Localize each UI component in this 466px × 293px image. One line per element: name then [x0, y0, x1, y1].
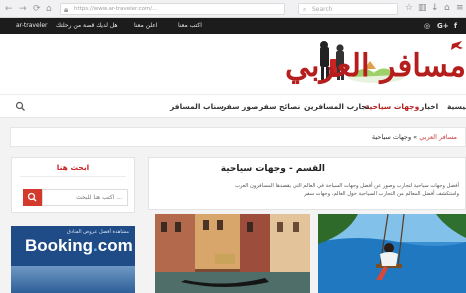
nav-item-news[interactable]: اخبار	[420, 95, 438, 118]
category-description: أفضل وجهات سياحية لتجارب وصور عن أفضل وج…	[235, 183, 459, 197]
breadcrumb-current: وجهات سياحية	[371, 133, 412, 141]
nav-item-tips[interactable]: نصائح سفر	[259, 95, 300, 118]
booking-logo: Booking.com	[25, 235, 133, 257]
address-bar[interactable]: 🔒︎ https://www.ar-traveler.com/...	[60, 3, 285, 15]
url-text: https://www.ar-traveler.com/...	[74, 6, 158, 12]
article-thumbnail-venice[interactable]	[155, 214, 310, 293]
download-icon[interactable]: ↓	[431, 2, 439, 15]
booking-ad[interactable]: مشاهدة أفضل عروض الفنادق Booking.com	[11, 226, 135, 293]
menu-icon[interactable]: ≡	[456, 2, 464, 15]
browser-toolbar: ← → ⟳ ⌂ 🔒︎ https://www.ar-traveler.com/.…	[0, 0, 466, 18]
beach-swing-image	[318, 214, 466, 293]
topbar-link[interactable]: هل لديك قصة من رحلتك	[56, 18, 118, 34]
sidebar-search-button[interactable]	[23, 189, 42, 206]
browser-search-input[interactable]: ⌕ Search	[298, 3, 398, 15]
search-icon: ⌕	[303, 6, 307, 13]
topbar-link[interactable]: اكتب معنا	[178, 18, 202, 34]
nav-item-experiences[interactable]: تجارب المسافرين	[304, 95, 370, 118]
breadcrumb-separator: »	[413, 133, 418, 141]
breadcrumb: مسافر العربي » وجهات سياحية	[10, 127, 466, 147]
logo-text: مسافر العربي	[284, 48, 466, 84]
sidebar-search-input[interactable]: اكتب هنا للبحث ...	[42, 189, 128, 206]
breadcrumb-trail: مسافر العربي » وجهات سياحية	[372, 128, 457, 146]
star-icon[interactable]: ☆	[405, 2, 413, 15]
google-plus-icon[interactable]: G+	[437, 18, 449, 34]
library-icon[interactable]: ▥	[418, 2, 427, 15]
booking-tld: com	[97, 236, 133, 255]
nav-item-snap[interactable]: سناب المسافر	[170, 95, 224, 118]
sidebar-search-title: ابحث هنا	[56, 163, 90, 172]
topbar-link[interactable]: ar-traveler	[16, 18, 48, 34]
nav-item-home[interactable]: رئيسية	[447, 95, 466, 118]
ad-image	[11, 266, 135, 293]
back-icon[interactable]: ←	[5, 3, 13, 15]
browser-search-placeholder: Search	[312, 6, 333, 13]
site-logo[interactable]: مسافر العربي	[285, 39, 466, 89]
lock-icon: 🔒︎	[64, 5, 69, 14]
topbar-link[interactable]: اعلن معنا	[134, 18, 157, 34]
booking-brand: Booking	[25, 236, 93, 255]
facebook-icon[interactable]: f	[454, 18, 457, 34]
category-header: القسم - وجهات سياحية أفضل وجهات سياحية ل…	[148, 157, 466, 210]
nav-item-destinations[interactable]: وجهات سياحية	[365, 95, 419, 118]
article-thumbnail-beach[interactable]	[318, 214, 466, 293]
divider	[20, 176, 126, 177]
breadcrumb-home[interactable]: مسافر العربي	[419, 133, 457, 141]
search-icon	[27, 192, 37, 202]
sidebar-search-widget: ابحث هنا اكتب هنا للبحث ...	[11, 157, 135, 213]
nav-item-photos[interactable]: صور سفر	[222, 95, 258, 118]
reload-icon[interactable]: ⟳	[33, 3, 41, 15]
home-icon[interactable]: ⌂	[46, 3, 52, 15]
instagram-icon[interactable]: ◎	[424, 18, 430, 34]
main-nav: رئيسية اخبار وجهات سياحية تجارب المسافري…	[0, 94, 466, 118]
venice-canal-image	[155, 214, 310, 293]
site-header: مسافر العربي	[0, 34, 466, 94]
home-toolbar-icon[interactable]: ⌂	[444, 2, 450, 15]
category-title: القسم - وجهات سياحية	[220, 164, 325, 174]
top-bar: ar-traveler هل لديك قصة من رحلتك اعلن مع…	[0, 18, 466, 34]
forward-icon[interactable]: →	[19, 3, 27, 15]
search-icon[interactable]	[15, 101, 26, 112]
